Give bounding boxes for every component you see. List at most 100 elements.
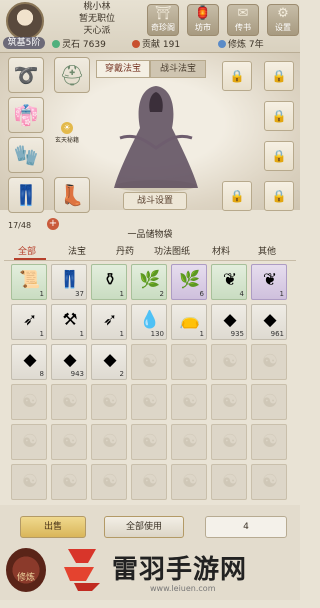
vine-icon: ❦: [222, 270, 238, 290]
item-count: 8: [39, 370, 44, 378]
empty-inventory-slot[interactable]: ☯: [211, 464, 247, 500]
item-count: 935: [230, 330, 244, 338]
necklace-slot[interactable]: ➰: [8, 57, 44, 93]
empty-inventory-slot[interactable]: ☯: [211, 344, 247, 380]
locked-slot-5[interactable]: 🔒: [222, 181, 252, 211]
item-count: 1: [279, 290, 284, 298]
taiji-placeholder-icon: ☯: [101, 471, 119, 492]
empty-inventory-slot[interactable]: ☯: [131, 464, 167, 500]
inventory-slot[interactable]: ◆ 943: [51, 344, 87, 380]
boots-slot[interactable]: 👢: [54, 177, 90, 213]
empty-inventory-slot[interactable]: ☯: [211, 384, 247, 420]
spirit-stone-stat: 灵石 7639: [52, 39, 106, 51]
treasure-pavilion-button[interactable]: ⛩ 奇珍阁: [147, 4, 179, 36]
taiji-placeholder-icon: ☯: [181, 391, 199, 412]
inventory-slot[interactable]: ❦ 1: [251, 264, 287, 300]
empty-inventory-slot[interactable]: ☯: [11, 464, 47, 500]
letter-button[interactable]: ✉ 传书: [227, 4, 259, 36]
inventory-slot[interactable]: ◆ 2: [91, 344, 127, 380]
pants-icon: 👖: [59, 270, 81, 290]
herb-icon: 🌿: [139, 270, 161, 290]
taiji-placeholder-icon: ☯: [261, 391, 279, 412]
empty-inventory-slot[interactable]: ☯: [91, 384, 127, 420]
tab-battle-treasure[interactable]: 战斗法宝: [150, 60, 206, 78]
empty-inventory-slot[interactable]: ☯: [171, 464, 207, 500]
market-button[interactable]: 🏮 坊市: [187, 4, 219, 36]
inventory-slot[interactable]: 🌿 6: [171, 264, 207, 300]
empty-inventory-slot[interactable]: ☯: [251, 464, 287, 500]
empty-inventory-slot[interactable]: ☯: [211, 424, 247, 460]
inventory-slot[interactable]: ➶ 1: [11, 304, 47, 340]
empty-inventory-slot[interactable]: ☯: [251, 424, 287, 460]
battle-settings-button[interactable]: 战斗设置: [123, 192, 187, 210]
empty-inventory-slot[interactable]: ☯: [11, 424, 47, 460]
empty-inventory-slot[interactable]: ☯: [11, 384, 47, 420]
category-tabs: [4, 244, 296, 261]
item-count: 1: [119, 330, 124, 338]
inventory-slot[interactable]: ◆ 935: [211, 304, 247, 340]
inventory-slot[interactable]: ◆ 8: [11, 344, 47, 380]
empty-inventory-slot[interactable]: ☯: [51, 464, 87, 500]
empty-inventory-slot[interactable]: ☯: [51, 384, 87, 420]
hammer-icon: ⚒: [62, 310, 78, 330]
character-figure: [114, 86, 198, 192]
locked-slot-3[interactable]: 🔒: [264, 101, 294, 131]
settings-button[interactable]: ⚙ 设置: [267, 4, 299, 36]
inventory-slot[interactable]: ⚒ 1: [51, 304, 87, 340]
empty-inventory-slot[interactable]: ☯: [91, 424, 127, 460]
empty-inventory-slot[interactable]: ☯: [131, 344, 167, 380]
lock-icon: 🔒: [271, 189, 287, 203]
refine-button[interactable]: 修炼: [6, 548, 46, 592]
empty-inventory-slot[interactable]: ☯: [171, 344, 207, 380]
tab-other[interactable]: 其他: [258, 245, 276, 259]
empty-inventory-slot[interactable]: ☯: [251, 344, 287, 380]
player-avatar[interactable]: [6, 2, 44, 40]
empty-inventory-slot[interactable]: ☯: [131, 424, 167, 460]
vase-icon: ⚱: [102, 270, 118, 290]
iron-ore-icon: ◆: [23, 350, 37, 370]
item-count: 1: [79, 330, 84, 338]
locked-slot-6[interactable]: 🔒: [264, 181, 294, 211]
inventory-slot[interactable]: 🌿 2: [131, 264, 167, 300]
herb-icon: 🌿: [179, 270, 201, 290]
empty-inventory-slot[interactable]: ☯: [171, 384, 207, 420]
tab-all[interactable]: 全部: [18, 245, 36, 259]
tab-pills[interactable]: 丹药: [116, 245, 134, 259]
locked-slot-4[interactable]: 🔒: [264, 141, 294, 171]
inventory-slot[interactable]: ➶ 1: [91, 304, 127, 340]
quantity-field[interactable]: 4: [205, 516, 287, 538]
tab-treasure[interactable]: 法宝: [68, 245, 86, 259]
sell-button[interactable]: 出售: [20, 516, 86, 538]
tab-manuals[interactable]: 功法图纸: [154, 245, 190, 259]
empty-inventory-slot[interactable]: ☯: [171, 424, 207, 460]
tab-materials[interactable]: 材料: [212, 245, 230, 259]
inventory-slot[interactable]: ❦ 4: [211, 264, 247, 300]
inventory-slot[interactable]: ◆ 961: [251, 304, 287, 340]
helmet-slot[interactable]: ⛑: [54, 57, 90, 93]
use-all-button[interactable]: 全部使用: [104, 516, 184, 538]
locked-slot-2[interactable]: 🔒: [264, 61, 294, 91]
inventory-slot[interactable]: 👖 37: [51, 264, 87, 300]
buff-indicator[interactable]: ☀ 玄天秘籍: [50, 122, 84, 144]
gloves-icon: 🧤: [13, 143, 39, 167]
gloves-slot[interactable]: 🧤: [8, 137, 44, 173]
empty-inventory-slot[interactable]: ☯: [251, 384, 287, 420]
empty-inventory-slot[interactable]: ☯: [51, 424, 87, 460]
inventory-slot[interactable]: 📜 1: [11, 264, 47, 300]
inventory-slot[interactable]: 💧 130: [131, 304, 167, 340]
pants-slot[interactable]: 👖: [8, 177, 44, 213]
pavilion-icon: ⛩: [154, 6, 172, 21]
locked-slot-1[interactable]: 🔒: [222, 61, 252, 91]
empty-inventory-slot[interactable]: ☯: [91, 464, 127, 500]
armor-slot[interactable]: 👘: [8, 97, 44, 133]
market-icon: 🏮: [194, 6, 212, 21]
contribution-icon: [132, 40, 140, 48]
empty-inventory-slot[interactable]: ☯: [131, 384, 167, 420]
gold-ore-icon: ◆: [263, 310, 277, 330]
inventory-slot[interactable]: 👝 1: [171, 304, 207, 340]
inventory-slot[interactable]: ⚱ 1: [91, 264, 127, 300]
taiji-placeholder-icon: ☯: [181, 431, 199, 452]
player-name: 桃小林: [83, 2, 111, 12]
tab-worn-treasure[interactable]: 穿戴法宝: [96, 60, 150, 78]
water-drop-icon: 💧: [139, 310, 161, 330]
